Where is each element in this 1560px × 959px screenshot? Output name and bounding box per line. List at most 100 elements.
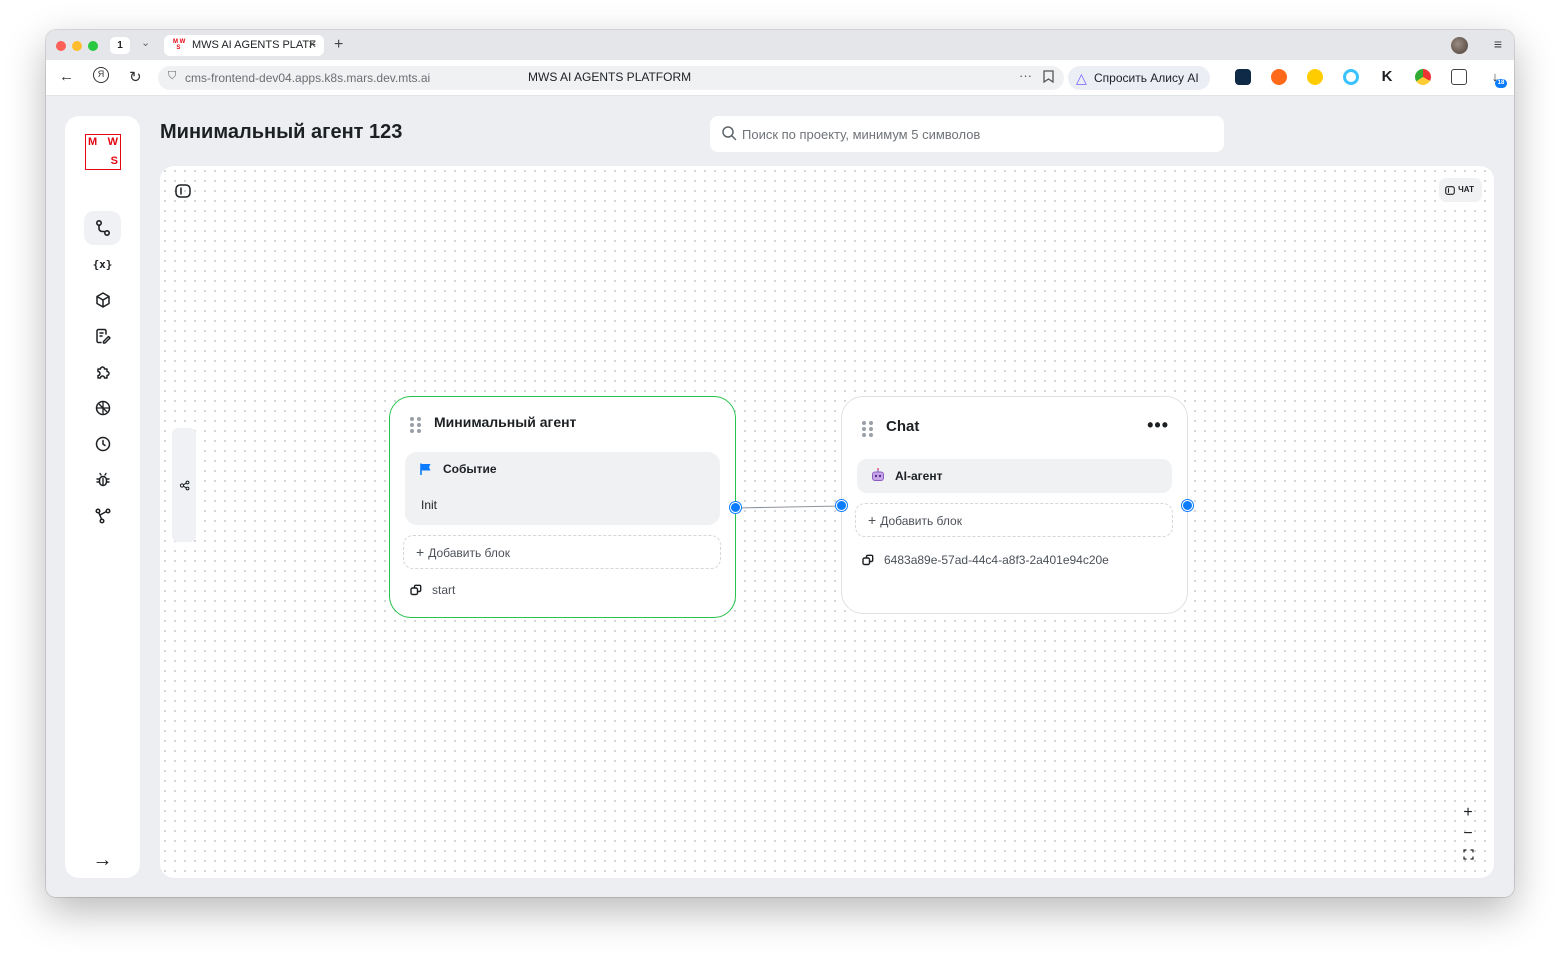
extension-k-icon[interactable]: K	[1379, 69, 1395, 85]
ai-agent-block[interactable]: AI-агент	[857, 459, 1172, 493]
bookmark-icon[interactable]	[1043, 70, 1054, 86]
search-input[interactable]	[742, 116, 1212, 152]
more-icon[interactable]: ···	[1019, 68, 1032, 83]
yandex-icon[interactable]: Я	[93, 67, 109, 83]
share-nodes-icon	[179, 480, 189, 490]
variables-icon: {x}	[92, 257, 113, 271]
drag-handle-icon[interactable]	[410, 417, 422, 433]
globe-icon	[95, 400, 110, 416]
minimize-window-button[interactable]	[72, 41, 82, 51]
input-port[interactable]	[836, 500, 847, 511]
chat-button[interactable]: ЧАТ	[1439, 178, 1482, 202]
extension-color-icon[interactable]	[1415, 69, 1431, 85]
node-minimal-agent[interactable]: Минимальный агент Событие Init + Добавить…	[389, 396, 736, 618]
drag-handle-icon[interactable]	[862, 421, 874, 437]
react-devtools-icon[interactable]	[1235, 69, 1251, 85]
node-id: 6483a89e-57ad-44c4-a8f3-2a401e94c20e	[862, 553, 1109, 567]
expand-sidebar-icon[interactable]: →	[84, 843, 121, 877]
box-icon	[95, 292, 110, 308]
tab-count-badge[interactable]: 1	[110, 37, 130, 54]
copy-link-icon[interactable]	[862, 554, 874, 566]
sidebar: M W S {x} →	[65, 116, 140, 878]
node-title: Минимальный агент	[434, 414, 577, 430]
page-title: Минимальный агент 123	[160, 121, 403, 143]
toggle-panel-button[interactable]	[172, 180, 194, 202]
extension-orange-icon[interactable]	[1271, 69, 1287, 85]
mws-logo[interactable]: M W S	[85, 134, 121, 170]
logo-letter-w: W	[107, 136, 118, 148]
sidebar-item-components[interactable]	[84, 283, 121, 317]
add-block-label: Добавить блок	[428, 546, 510, 560]
close-tab-icon[interactable]: ✕	[308, 35, 317, 56]
downloads-badge: 18	[1495, 79, 1507, 88]
reload-icon[interactable]: ↻	[129, 68, 142, 86]
node-id: start	[410, 583, 455, 597]
event-value: Init	[421, 498, 438, 512]
new-tab-button[interactable]: +	[334, 35, 343, 55]
address-bar[interactable]: ⛉ cms-frontend-dev04.apps.k8s.mars.dev.m…	[158, 66, 1064, 90]
zoom-out-icon[interactable]: −	[1456, 823, 1480, 844]
sidebar-item-debug[interactable]	[84, 463, 121, 497]
event-label: Событие	[443, 462, 497, 476]
fit-view-icon[interactable]	[1456, 844, 1480, 865]
event-block[interactable]: Событие Init	[405, 452, 720, 525]
node-id-text: 6483a89e-57ad-44c4-a8f3-2a401e94c20e	[884, 553, 1109, 567]
profile-avatar[interactable]	[1451, 37, 1468, 54]
output-port[interactable]	[730, 502, 741, 513]
flag-icon	[420, 463, 431, 475]
chat-button-label: ЧАТ	[1458, 185, 1474, 194]
zoom-controls: + −	[1456, 802, 1480, 865]
extension-screens-icon[interactable]	[1451, 69, 1467, 85]
sidebar-item-plugins[interactable]	[84, 355, 121, 389]
sidebar-item-prompts[interactable]	[84, 319, 121, 353]
browser-menu-icon[interactable]: ≡	[1494, 36, 1502, 52]
robot-icon	[872, 468, 884, 481]
browser-window: 1 ⌄ M W S MWS AI AGENTS PLATF ✕ + ≡ ← Я …	[46, 30, 1514, 897]
project-search	[710, 116, 1224, 152]
alisa-label: Спросить Алису AI	[1094, 71, 1199, 85]
side-panel-handle[interactable]	[172, 428, 196, 542]
search-icon	[722, 126, 737, 141]
back-icon[interactable]: ←	[59, 68, 74, 85]
browser-tab[interactable]: M W S MWS AI AGENTS PLATF ✕	[164, 35, 324, 56]
sidebar-item-knowledge[interactable]	[84, 391, 121, 425]
zoom-in-icon[interactable]: +	[1456, 802, 1480, 823]
node-id-text: start	[432, 583, 456, 597]
add-block-button[interactable]: + Добавить блок	[403, 535, 721, 569]
chat-panel-icon	[1445, 185, 1455, 195]
ask-alisa-button[interactable]: △ Спросить Алису AI	[1068, 66, 1210, 90]
copy-link-icon[interactable]	[410, 584, 422, 596]
node-title: Chat	[886, 418, 920, 435]
alisa-icon: △	[1076, 70, 1087, 86]
flow-canvas[interactable]: ЧАТ Минимальный агент Событие Init + Доб…	[160, 166, 1494, 878]
plus-icon: +	[416, 544, 425, 560]
maximize-window-button[interactable]	[88, 41, 98, 51]
close-window-button[interactable]	[56, 41, 66, 51]
add-block-button[interactable]: + Добавить блок	[855, 503, 1173, 537]
tab-bar: 1 ⌄ M W S MWS AI AGENTS PLATF ✕ + ≡	[46, 30, 1514, 60]
tabs-dropdown-icon[interactable]: ⌄	[141, 36, 150, 49]
tab-title: MWS AI AGENTS PLATF	[192, 39, 316, 51]
add-block-label: Добавить блок	[880, 514, 962, 528]
sidebar-item-flow[interactable]	[84, 211, 121, 245]
branch-icon	[94, 508, 111, 524]
flow-icon	[95, 219, 110, 237]
logo-letter-s: S	[110, 155, 118, 167]
node-chat[interactable]: Chat ••• AI-агент + Добавить блок 6483a89…	[841, 396, 1188, 614]
ai-agent-label: AI-агент	[895, 469, 943, 483]
mws-favicon: M W S	[173, 39, 186, 51]
page-title-in-bar: MWS AI AGENTS PLATFORM	[528, 70, 692, 84]
sidebar-item-versions[interactable]	[84, 499, 121, 533]
plus-icon: +	[868, 512, 877, 528]
sidebar-item-variables[interactable]: {x}	[84, 247, 121, 281]
bug-icon	[95, 472, 110, 487]
output-port[interactable]	[1182, 500, 1193, 511]
app-root: M W S {x} → Минимальный агент 123 Поиск …	[46, 96, 1514, 897]
sidebar-item-history[interactable]	[84, 427, 121, 461]
url-text: cms-frontend-dev04.apps.k8s.mars.dev.mts…	[185, 71, 431, 85]
extension-yellow-icon[interactable]	[1307, 69, 1323, 85]
more-options-icon[interactable]: •••	[1147, 415, 1169, 436]
shield-icon: ⛉	[168, 70, 177, 82]
extension-ring-icon[interactable]	[1343, 69, 1359, 85]
browser-toolbar: ← Я ↻ ⛉ cms-frontend-dev04.apps.k8s.mars…	[46, 60, 1514, 96]
